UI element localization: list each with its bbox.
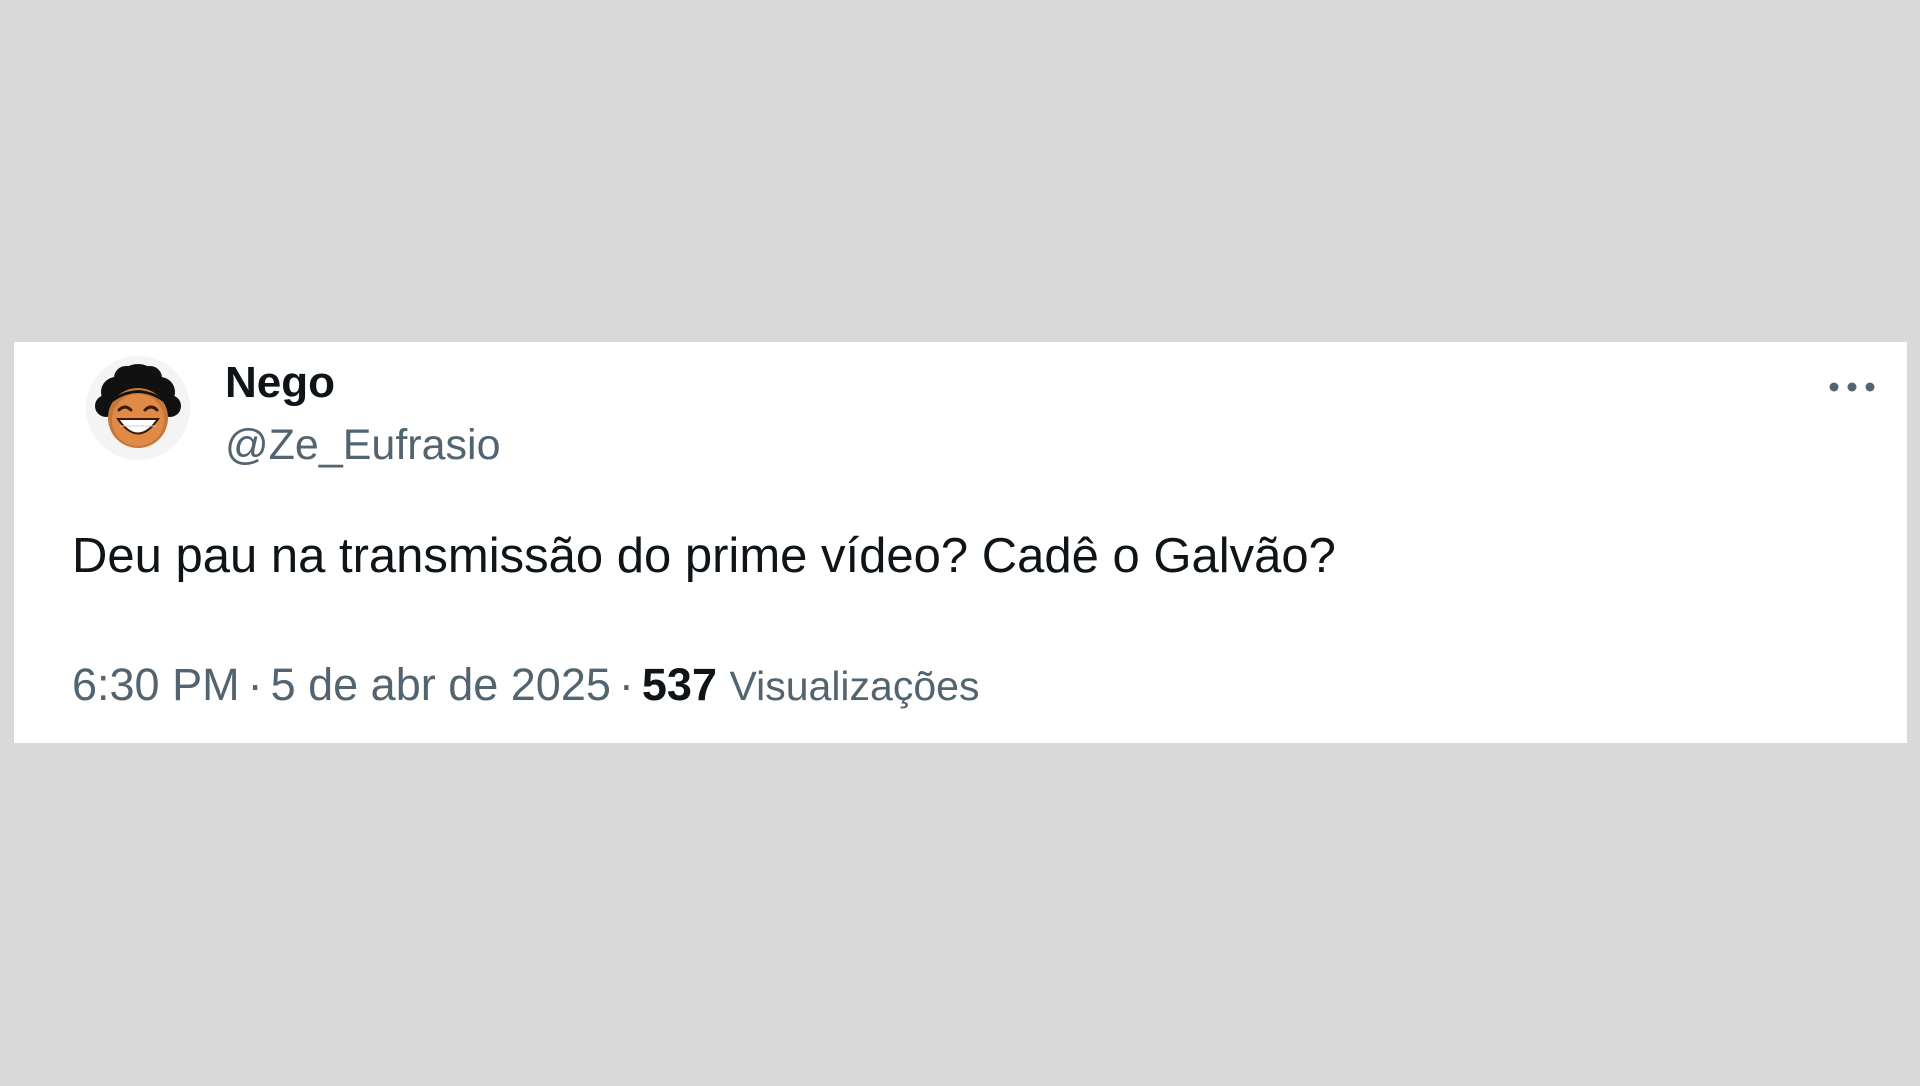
tweet-time[interactable]: 6:30 PM xyxy=(72,659,240,710)
tweet-text: Deu pau na transmissão do prime vídeo? C… xyxy=(72,529,1336,583)
tweet-metadata: 6:30 PM · 5 de abr de 2025 · 537 Visualizaçõ… xyxy=(72,659,979,711)
user-handle[interactable]: @Ze_Eufrasio xyxy=(225,421,501,470)
views-count[interactable]: 537 xyxy=(642,659,717,710)
views-label: Visualizações xyxy=(729,663,980,709)
tweet-card: Nego @Ze_Eufrasio Deu pau na transmissão… xyxy=(14,342,1907,743)
display-name[interactable]: Nego xyxy=(225,358,335,408)
separator-dot: · xyxy=(618,659,634,710)
smiling-face-avatar-icon xyxy=(86,356,190,460)
avatar[interactable] xyxy=(86,356,190,460)
separator-dot: · xyxy=(247,659,263,710)
tweet-date[interactable]: 5 de abr de 2025 xyxy=(271,659,611,710)
more-options-button[interactable] xyxy=(1822,372,1882,402)
more-horizontal-icon xyxy=(1829,382,1875,392)
